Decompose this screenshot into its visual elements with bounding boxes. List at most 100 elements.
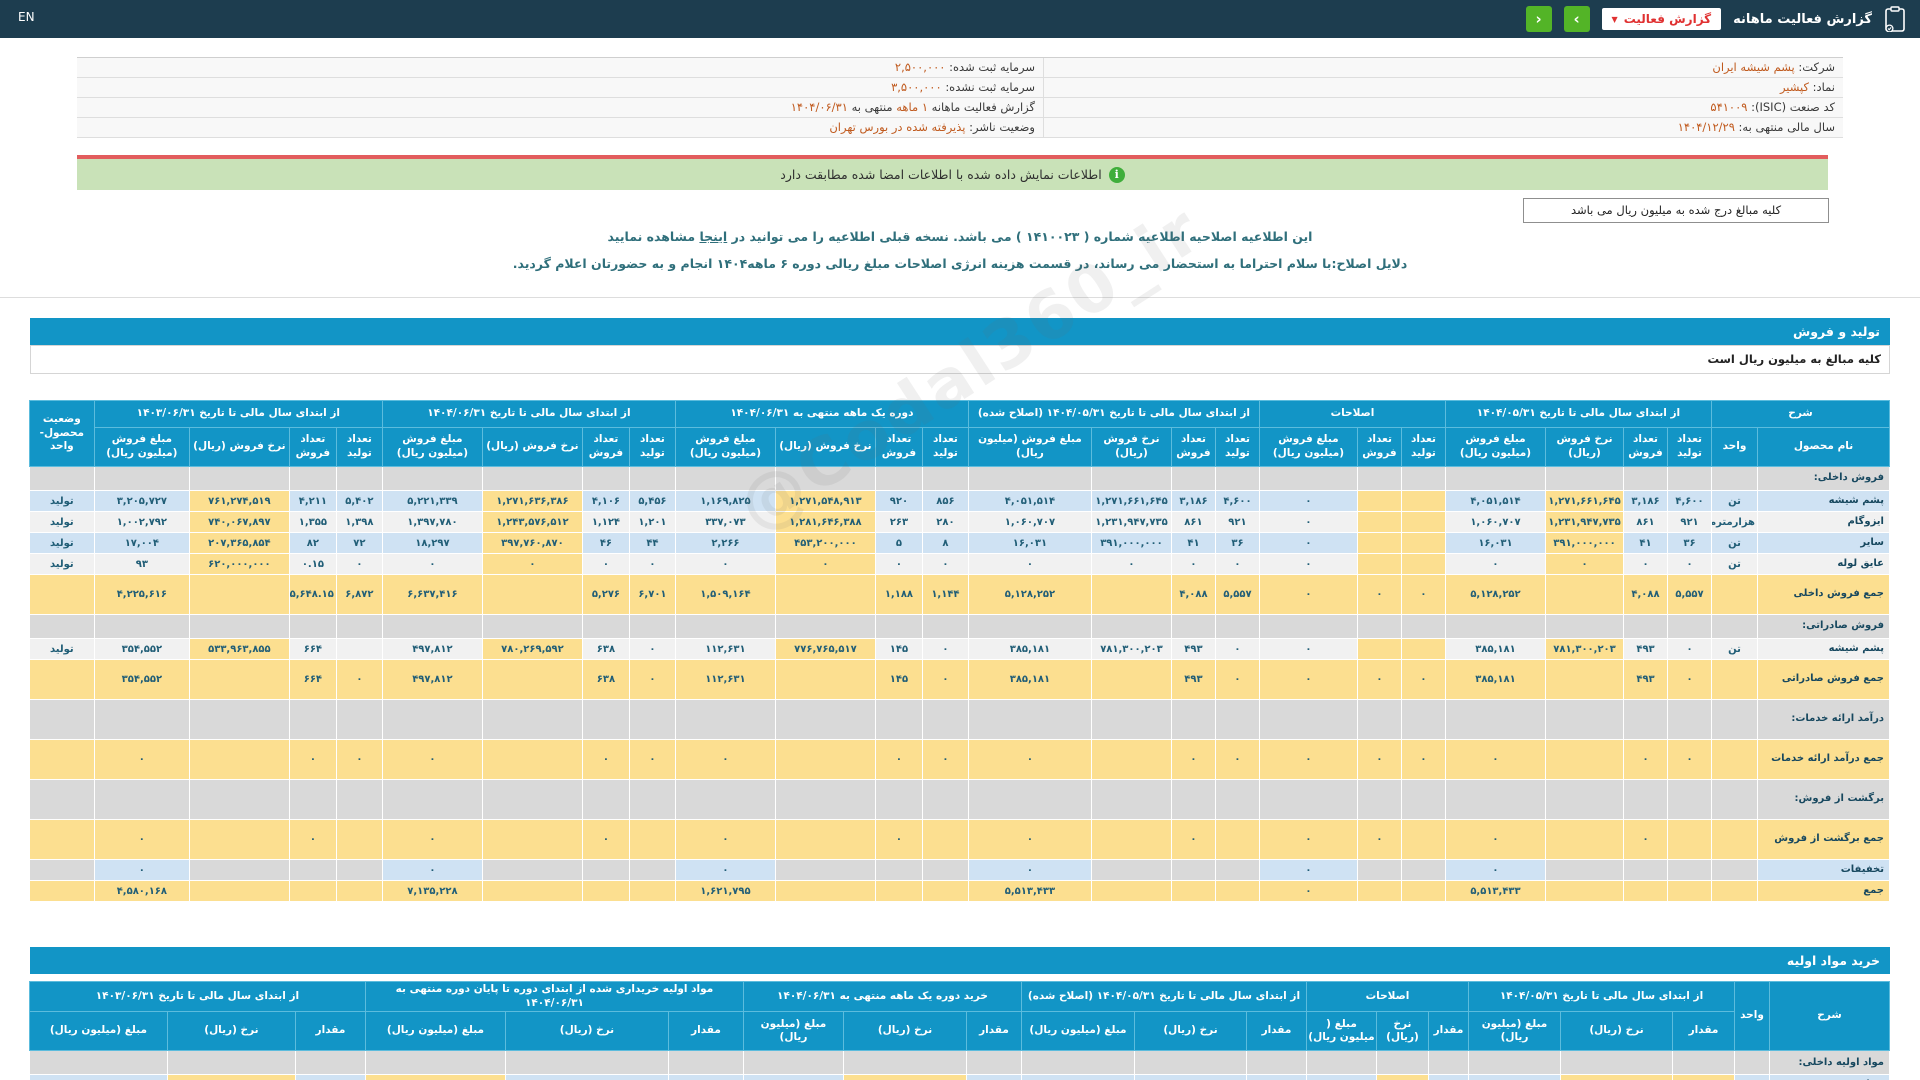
group-header-row: شرح از ابتدای سال مالی تا تاریخ ۱۴۰۴/۰۵/۳… (28, 400, 1890, 467)
value-cell: ۱,۵۰۹,۱۶۴ (674, 574, 776, 615)
value-cell: ۱,۰۶۰,۷۰۷ (1444, 511, 1547, 533)
value-cell: ۱۶,۰۳۱ (967, 532, 1092, 554)
value-cell (967, 466, 1092, 491)
value-cell (28, 739, 95, 780)
value-cell (28, 859, 95, 881)
value-cell: ۰ (335, 553, 383, 575)
row-label-cell: جمع درآمد ارائه خدمات (1757, 739, 1890, 780)
value-cell (1545, 699, 1624, 740)
value-cell: ۰ (628, 739, 676, 780)
value-cell: ۰ (967, 553, 1092, 575)
row-label-cell: جمع (1757, 880, 1890, 902)
column-header: تعداد فروش (581, 427, 630, 467)
row-label-cell: برگشت از فروش: (1757, 779, 1890, 820)
value-cell: ۹۸,۴۸۸ (1020, 1074, 1135, 1080)
value-cell: ۴,۲۲۵,۶۱۶ (93, 574, 190, 615)
language-en-link[interactable]: EN (18, 10, 35, 24)
value-cell (1400, 638, 1446, 660)
value-cell: ۴۹۳ (1623, 638, 1668, 660)
previous-version-link[interactable]: اینجا (699, 229, 727, 244)
value-cell (481, 819, 583, 860)
company-info-cell: وضعیت ناشر: پذیرفته شده در بورس تهران (77, 118, 1043, 137)
value-cell (774, 819, 876, 860)
value-cell: ۰.۱۵ (288, 553, 337, 575)
value-cell: ۵,۱۲۸,۲۵۲ (1444, 574, 1547, 615)
value-cell: ۳۸۵,۱۸۱ (967, 638, 1092, 660)
value-cell (1711, 614, 1758, 639)
value-cell: ۳۲,۲۳۵,۶۳۵ (504, 1074, 669, 1080)
column-header: مبلغ ( میلیون ریال) (1305, 1011, 1377, 1052)
value-cell (581, 880, 630, 902)
value-cell: ۶۳۸ (581, 638, 630, 660)
value-cell (581, 699, 630, 740)
value-cell: ۱,۳۹۸ (335, 511, 383, 533)
value-cell: ۳۰,۱۹۲,۵۲۰ (1133, 1074, 1247, 1080)
value-cell (1214, 859, 1260, 881)
value-cell: ۰ (381, 859, 483, 881)
value-cell: ۶۶۴ (288, 659, 337, 700)
value-cell: ۳۸۵,۱۸۱ (967, 659, 1092, 700)
raw-material-purchase-section-bar: خرید مواد اولیه (30, 947, 1890, 974)
value-cell: ۳,۷۴۵ (294, 1074, 366, 1080)
value-cell (335, 779, 383, 820)
table-row: سایر تن ۳۶ ۴۱ ۳۹۱,۰۰۰,۰۰۰ ۱۶,۰۳۱ ۰ ۳۶ ۴۱ ۳۹۱,۰۰۰,… (28, 532, 1890, 554)
value-cell: ۱۶,۰۳۱ (1444, 532, 1547, 554)
report-type-dropdown[interactable]: گزارش فعالیت ▼ (1601, 8, 1722, 30)
period-group-header: از ابتدای سال مالی تا تاریخ ۱۴۰۳/۰۶/۳۱ (93, 400, 383, 428)
value-cell: ۳۵,۰۳۲ (742, 1074, 844, 1080)
column-header: مبلغ فروش (میلیون ریال) (967, 427, 1092, 467)
value-cell: ۰ (1258, 819, 1358, 860)
value-cell (1214, 699, 1260, 740)
value-cell: ۵ (874, 532, 923, 554)
field-label: وضعیت ناشر: (969, 120, 1035, 134)
value-cell: ۱,۲۳۱,۹۴۷,۷۳۵ (1090, 511, 1172, 533)
value-cell: ۱۱۲,۶۳۱ (674, 638, 776, 660)
value-cell: ۹۲۰ (874, 490, 923, 512)
status-header: وضعیت محصول-واحد (28, 400, 95, 467)
value-cell (1711, 739, 1758, 780)
value-cell (1214, 614, 1260, 639)
value-cell (1444, 699, 1547, 740)
previous-report-button[interactable]: ‹ (1525, 6, 1552, 32)
value-cell (674, 614, 776, 639)
value-cell: ۰ (1170, 739, 1216, 780)
value-cell: ۰ (1258, 532, 1358, 554)
value-cell: ۰ (93, 819, 190, 860)
value-cell: ۰ (921, 553, 969, 575)
column-header: تعداد فروش (288, 427, 337, 467)
column-header: مقدار (1427, 1011, 1469, 1052)
value-cell: ۰ (1667, 739, 1712, 780)
value-cell: ۵,۲۷۶ (581, 574, 630, 615)
field-value: ۱۴۰۴/۱۲/۲۹ (1677, 120, 1735, 134)
value-cell (481, 739, 583, 780)
column-header: مبلغ (میلیون ریال) (1467, 1011, 1562, 1052)
value-cell (921, 779, 969, 820)
value-cell: تولید (28, 511, 95, 533)
next-report-button[interactable]: › (1563, 6, 1590, 32)
value-cell: ۷۱,۷۹۳ (28, 1074, 168, 1080)
top-bar: EN گزارش فعالیت ماهانه گزارش فعالیت ▼ › … (0, 0, 1920, 38)
value-cell (1258, 779, 1358, 820)
value-cell: ۰ (335, 659, 383, 700)
value-cell: ۱,۲۷۱,۶۶۱,۶۴۵ (1545, 490, 1624, 512)
column-header: نرخ فروش (ریال) (1545, 427, 1624, 467)
field-label: شرکت: (1798, 60, 1835, 74)
signed-info-banner: i اطلاعات نمایش داده شده با اطلاعات امضا… (77, 159, 1828, 190)
value-cell: ۵,۱۲۸,۲۵۲ (967, 574, 1092, 615)
table-row: جمع ۵,۵۱۳,۴۳۳ ۰ ۵,۵۱۳,۴۳۳ ۱,۶۲۱,۷۹۵ ۷,۱۳۵,۲۲۸… (28, 880, 1890, 902)
row-label-cell: عایق لوله (1757, 553, 1890, 575)
value-cell (874, 880, 923, 902)
value-cell: ۶,۶۳۷,۴۱۶ (381, 574, 483, 615)
value-cell (874, 614, 923, 639)
table-row: پشم شیشه تن ۰ ۴۹۳ ۷۸۱,۳۰۰,۲۰۳ ۳۸۵,۱۸۱ ۰ ۰ ۴۹۳ ۷۸۱… (28, 638, 1890, 660)
table-row: درآمد ارائه خدمات: (28, 699, 1890, 740)
value-cell: ۰ (921, 659, 969, 700)
value-cell: ۷۷۶,۷۶۵,۵۱۷ (774, 638, 876, 660)
value-cell (1400, 553, 1446, 575)
value-cell (481, 859, 583, 881)
value-cell (188, 739, 290, 780)
production-sales-section-bar: تولید و فروش (30, 318, 1890, 345)
value-cell: ۱,۰۰۲,۷۹۲ (93, 511, 190, 533)
table-row: پشم شیشه تن ۴,۶۰۰ ۳,۱۸۶ ۱,۲۷۱,۶۶۱,۶۴۵ ۴,۰۵۱,۵… (28, 490, 1890, 512)
column-header-row: مقدار نرخ (ریال) مبلغ (میلیون ریال) مقدار نر… (28, 1011, 1889, 1052)
